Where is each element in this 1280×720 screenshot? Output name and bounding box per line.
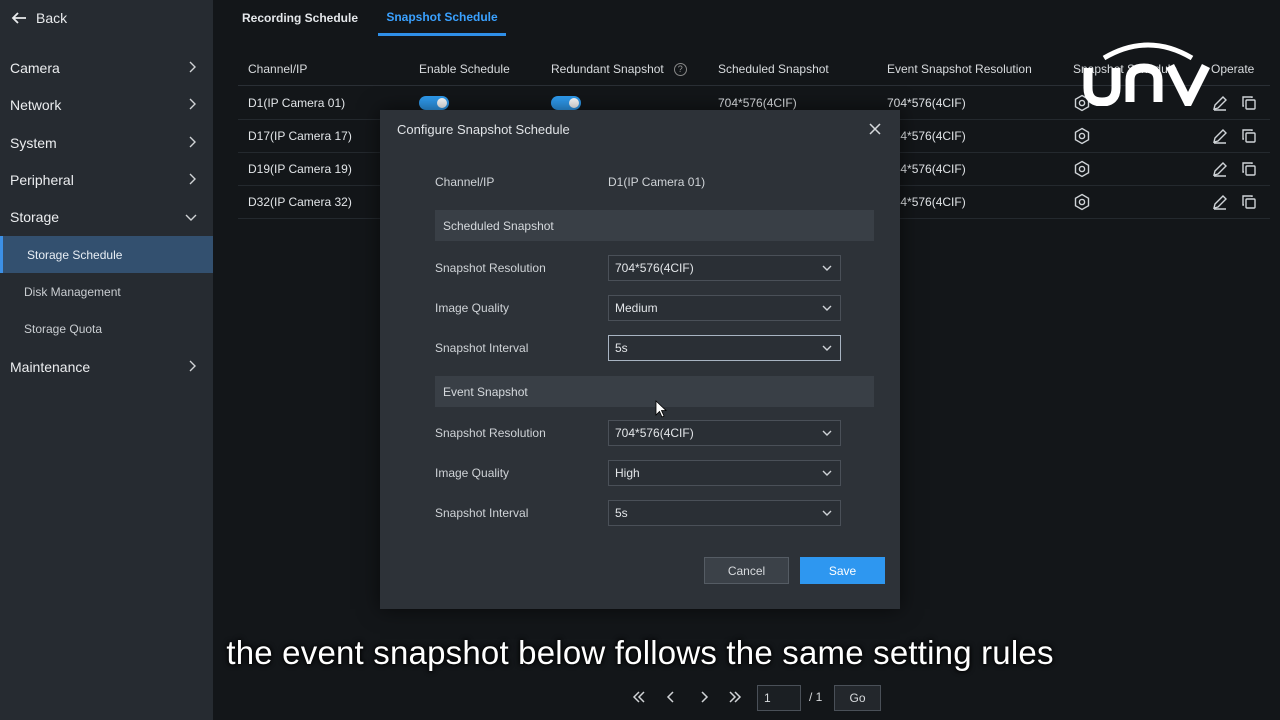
channel-value: D1(IP Camera 01) bbox=[608, 175, 706, 189]
select-value: 704*576(4CIF) bbox=[615, 261, 694, 275]
event-resolution-select[interactable]: 704*576(4CIF) bbox=[608, 420, 841, 446]
gear-icon[interactable] bbox=[1073, 193, 1091, 211]
next-page-icon[interactable] bbox=[697, 690, 711, 704]
copy-icon[interactable] bbox=[1240, 127, 1258, 145]
edit-icon[interactable] bbox=[1211, 193, 1229, 211]
sidebar-item-label: Peripheral bbox=[10, 171, 74, 188]
save-button[interactable]: Save bbox=[800, 557, 885, 584]
select-value: 5s bbox=[615, 506, 628, 520]
sidebar-item-label: Network bbox=[10, 96, 62, 113]
chevron-down-icon bbox=[822, 305, 832, 311]
sidebar-item-peripheral[interactable]: Peripheral bbox=[0, 161, 213, 198]
event-resolution-label: Snapshot Resolution bbox=[435, 426, 546, 440]
column-header: Enable Schedule bbox=[419, 62, 510, 76]
chevron-right-icon bbox=[189, 360, 196, 372]
channel-cell: D19(IP Camera 19) bbox=[248, 162, 352, 176]
sidebar-item-disk-management[interactable]: Disk Management bbox=[0, 273, 213, 310]
column-header: Event Snapshot Resolution bbox=[887, 62, 1032, 76]
go-button[interactable]: Go bbox=[834, 685, 881, 711]
sidebar-item-label: Maintenance bbox=[10, 358, 91, 375]
chevron-down-icon bbox=[822, 510, 832, 516]
column-header: Channel/IP bbox=[248, 62, 308, 76]
sidebar-item-label: Storage Schedule bbox=[27, 247, 123, 262]
back-button[interactable]: Back bbox=[10, 6, 67, 30]
chevron-right-icon bbox=[189, 98, 196, 110]
channel-cell: D32(IP Camera 32) bbox=[248, 195, 352, 209]
channel-label: Channel/IP bbox=[435, 175, 495, 189]
chevron-right-icon bbox=[189, 136, 196, 148]
copy-icon[interactable] bbox=[1240, 94, 1258, 112]
tab-recording-schedule[interactable]: Recording Schedule bbox=[242, 0, 358, 36]
chevron-down-icon bbox=[822, 345, 832, 351]
scheduled-quality-select[interactable]: Medium bbox=[608, 295, 841, 321]
configure-snapshot-dialog: Configure Snapshot Schedule Channel/IP D… bbox=[380, 110, 900, 609]
sidebar-item-storage-quota[interactable]: Storage Quota bbox=[0, 310, 213, 347]
sidebar: Back Camera Network System Peripheral St… bbox=[0, 0, 213, 720]
tab-snapshot-schedule[interactable]: Snapshot Schedule bbox=[378, 0, 506, 36]
scheduled-quality-label: Image Quality bbox=[435, 301, 510, 315]
chevron-down-icon bbox=[822, 470, 832, 476]
event-quality-select[interactable]: High bbox=[608, 460, 841, 486]
mouse-cursor-icon bbox=[655, 400, 667, 418]
edit-icon[interactable] bbox=[1211, 160, 1229, 178]
scheduled-interval-label: Snapshot Interval bbox=[435, 341, 529, 355]
scheduled-resolution-label: Snapshot Resolution bbox=[435, 261, 546, 275]
chevron-right-icon bbox=[189, 61, 196, 73]
enable-schedule-toggle[interactable] bbox=[419, 96, 449, 110]
page-total: / 1 bbox=[809, 690, 823, 704]
sidebar-item-label: System bbox=[10, 134, 57, 151]
column-header-label: Redundant Snapshot bbox=[551, 62, 664, 76]
chevron-down-icon bbox=[185, 214, 197, 221]
sidebar-item-label: Disk Management bbox=[24, 284, 121, 299]
last-page-icon[interactable] bbox=[728, 690, 742, 704]
dialog-title: Configure Snapshot Schedule bbox=[397, 122, 570, 137]
chevron-down-icon bbox=[822, 265, 832, 271]
previous-page-icon[interactable] bbox=[664, 690, 678, 704]
channel-cell: D17(IP Camera 17) bbox=[248, 129, 352, 143]
scheduled-resolution-select[interactable]: 704*576(4CIF) bbox=[608, 255, 841, 281]
chevron-right-icon bbox=[189, 173, 196, 185]
copy-icon[interactable] bbox=[1240, 193, 1258, 211]
copy-icon[interactable] bbox=[1240, 160, 1258, 178]
first-page-icon[interactable] bbox=[632, 690, 646, 704]
event-quality-label: Image Quality bbox=[435, 466, 510, 480]
tab-label: Snapshot Schedule bbox=[386, 9, 498, 24]
sidebar-item-system[interactable]: System bbox=[0, 124, 213, 161]
chevron-down-icon bbox=[822, 430, 832, 436]
close-icon[interactable] bbox=[868, 122, 882, 136]
sidebar-item-camera[interactable]: Camera bbox=[0, 49, 213, 86]
select-value: 5s bbox=[615, 341, 628, 355]
event-interval-label: Snapshot Interval bbox=[435, 506, 529, 520]
event-interval-select[interactable]: 5s bbox=[608, 500, 841, 526]
video-caption: the event snapshot below follows the sam… bbox=[226, 634, 1054, 671]
column-header: Operate bbox=[1211, 62, 1255, 76]
cancel-button[interactable]: Cancel bbox=[704, 557, 789, 584]
sidebar-item-storage[interactable]: Storage bbox=[0, 198, 213, 235]
select-value: Medium bbox=[615, 301, 658, 315]
column-header: Scheduled Snapshot bbox=[718, 62, 829, 76]
channel-cell: D1(IP Camera 01) bbox=[248, 96, 346, 110]
arrow-left-icon bbox=[11, 12, 26, 24]
sidebar-item-maintenance[interactable]: Maintenance bbox=[0, 348, 213, 385]
page-number-input[interactable]: 1 bbox=[757, 685, 801, 711]
sidebar-item-storage-schedule[interactable]: Storage Schedule bbox=[0, 236, 213, 273]
sidebar-item-network[interactable]: Network bbox=[0, 86, 213, 123]
back-label: Back bbox=[36, 10, 68, 26]
gear-icon[interactable] bbox=[1073, 160, 1091, 178]
select-value: 704*576(4CIF) bbox=[615, 426, 694, 440]
gear-icon[interactable] bbox=[1073, 127, 1091, 145]
sidebar-item-label: Storage bbox=[10, 208, 60, 225]
tab-label: Recording Schedule bbox=[242, 11, 359, 25]
sidebar-item-label: Storage Quota bbox=[24, 321, 103, 336]
select-value: High bbox=[615, 466, 640, 480]
scheduled-interval-select[interactable]: 5s bbox=[608, 335, 841, 361]
unv-logo bbox=[1083, 42, 1211, 106]
edit-icon[interactable] bbox=[1211, 127, 1229, 145]
sidebar-item-label: Camera bbox=[10, 59, 60, 76]
scheduled-snapshot-section: Scheduled Snapshot bbox=[435, 210, 874, 241]
redundant-snapshot-toggle[interactable] bbox=[551, 96, 581, 110]
column-header: Redundant Snapshot ? bbox=[551, 52, 687, 86]
help-icon[interactable]: ? bbox=[673, 62, 687, 76]
